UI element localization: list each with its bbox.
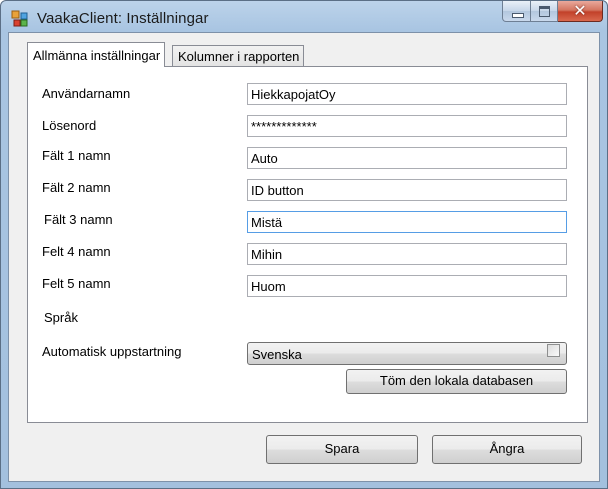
tab-report-columns[interactable]: Kolumner i rapporten: [172, 45, 305, 66]
general-settings-panel: Användarnamn HiekkapojatOy Lösenord ****…: [27, 66, 588, 423]
maximize-icon: [539, 6, 550, 17]
minimize-icon: [512, 13, 524, 18]
password-label: Lösenord: [42, 118, 97, 133]
save-button[interactable]: Spara: [266, 435, 418, 464]
field4-name-label: Felt 4 namn: [42, 244, 111, 259]
username-label: Användarnamn: [42, 86, 131, 101]
maximize-button[interactable]: [531, 1, 558, 22]
username-input[interactable]: HiekkapojatOy: [247, 83, 567, 105]
tab-general-settings[interactable]: Allmänna inställningar: [27, 42, 166, 67]
minimize-button[interactable]: [502, 1, 531, 22]
field2-name-input[interactable]: ID button: [247, 179, 567, 201]
field3-name-label: Fält 3 namn: [44, 212, 113, 227]
clear-local-database-button[interactable]: Töm den lokala databasen: [346, 369, 567, 394]
password-input[interactable]: *************: [247, 115, 567, 137]
caption-buttons: ✕: [502, 1, 603, 23]
field2-name-label: Fält 2 namn: [42, 180, 111, 195]
field1-name-label: Fält 1 namn: [42, 148, 111, 163]
window-title: VaakaClient: Inställningar: [37, 10, 209, 27]
field5-name-input[interactable]: Huom: [247, 275, 567, 297]
field1-name-input[interactable]: Auto: [247, 147, 567, 169]
close-button[interactable]: ✕: [558, 1, 603, 22]
field5-name-label: Felt 5 namn: [42, 276, 111, 291]
undo-button[interactable]: Ångra: [432, 435, 582, 464]
settings-window: VaakaClient: Inställningar ✕ Allmänna in…: [0, 0, 608, 489]
language-label: Språk: [44, 310, 78, 325]
client-area: Allmänna inställningar Kolumner i rappor…: [8, 32, 600, 482]
field3-name-input[interactable]: Mistä: [247, 211, 567, 233]
app-icon: [11, 10, 28, 27]
autostart-checkbox[interactable]: [547, 344, 560, 357]
field4-name-input[interactable]: Mihin: [247, 243, 567, 265]
language-selected-value: Svenska: [252, 347, 302, 362]
close-icon: ✕: [573, 1, 587, 20]
autostart-label: Automatisk uppstartning: [42, 344, 182, 359]
title-bar[interactable]: VaakaClient: Inställningar ✕: [1, 1, 607, 35]
language-select[interactable]: Svenska: [247, 342, 567, 365]
